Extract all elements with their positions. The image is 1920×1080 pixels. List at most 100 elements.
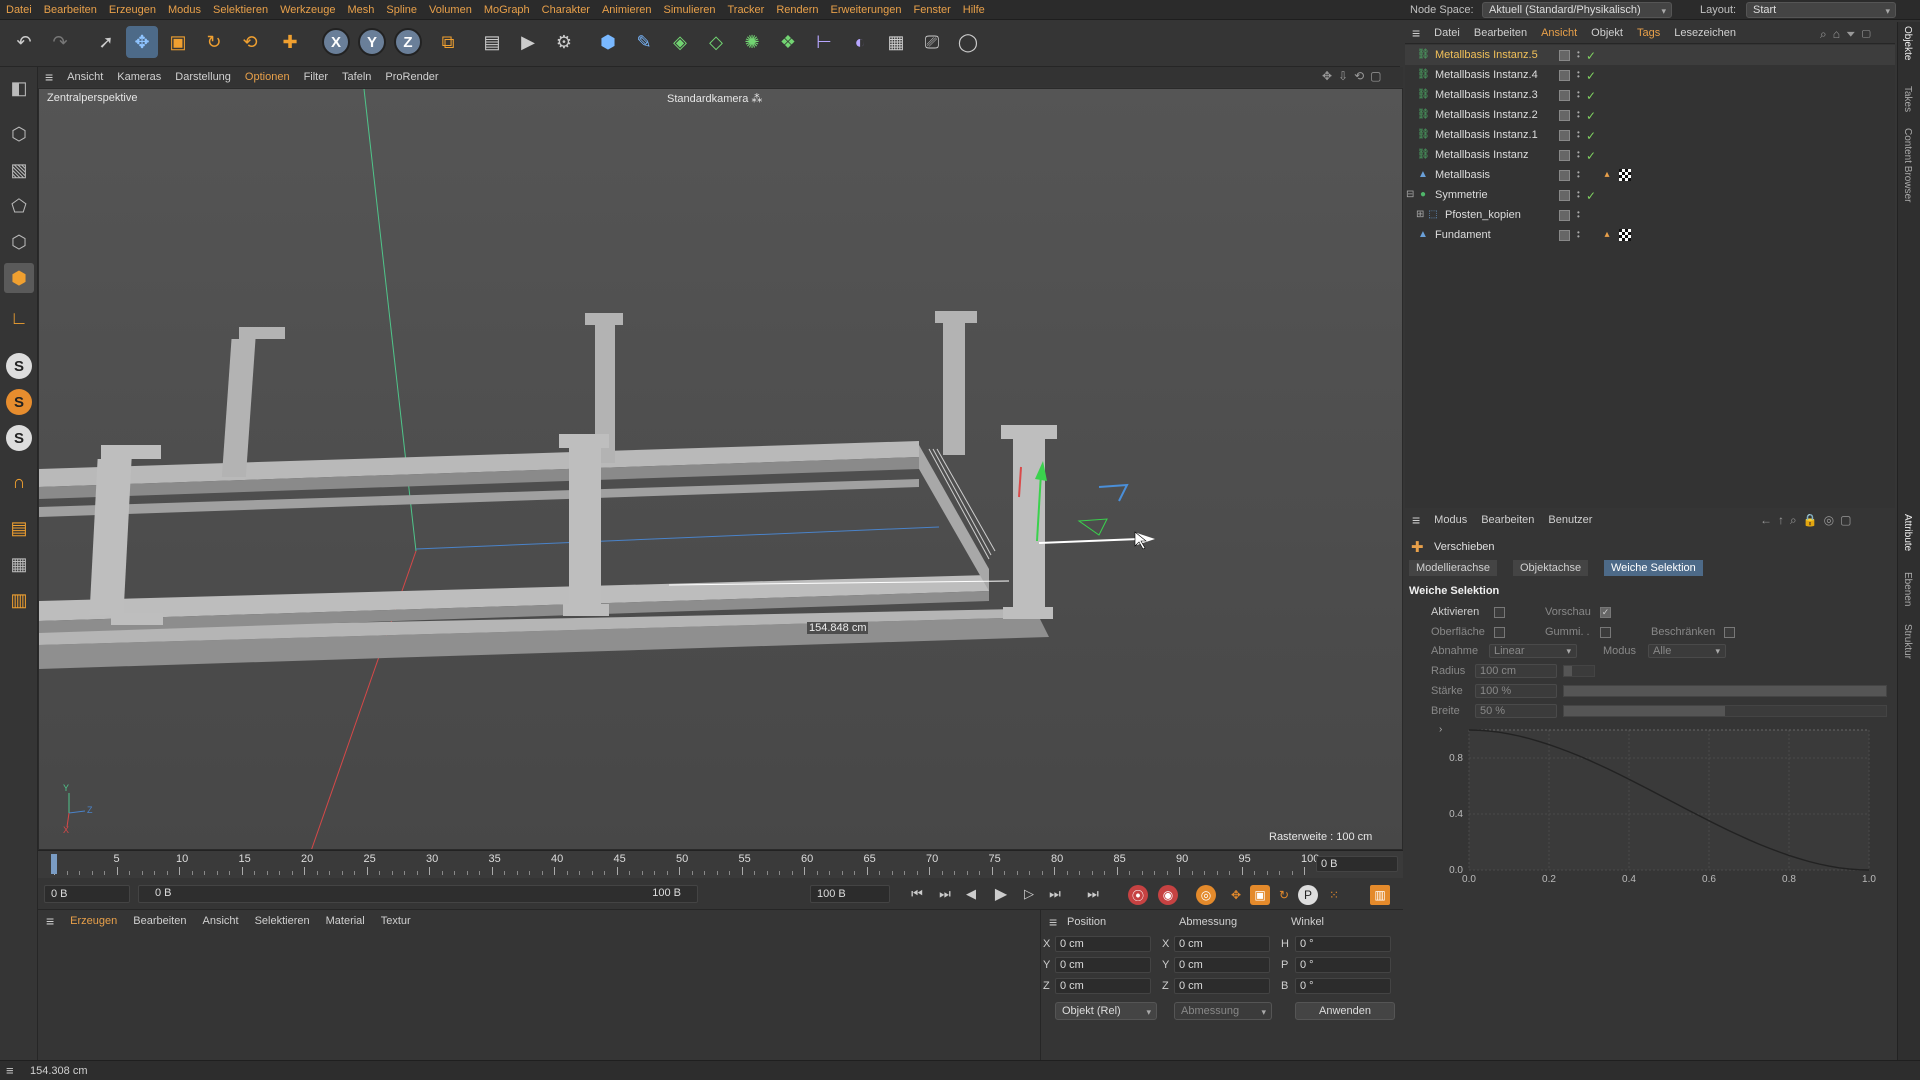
menu-erzeugen[interactable]: Erzeugen — [103, 4, 162, 16]
object-menu-datei[interactable]: Datei — [1427, 27, 1467, 39]
visibility-dots-icon[interactable]: • • — [1577, 49, 1582, 61]
layer-color-swatch[interactable] — [1559, 50, 1570, 61]
breite-slider[interactable] — [1563, 705, 1887, 717]
hamburger-icon[interactable]: ≡ — [1405, 25, 1427, 41]
side-tab-ebenen[interactable]: Ebenen — [1902, 572, 1913, 606]
go-to-start-icon[interactable]: ⏮ — [906, 884, 928, 904]
hamburger-icon[interactable]: ≡ — [6, 1063, 14, 1078]
hamburger-icon[interactable]: ≡ — [1405, 512, 1427, 528]
enabled-check-icon[interactable]: ✓ — [1586, 146, 1596, 166]
enabled-check-icon[interactable]: ✓ — [1586, 126, 1596, 146]
menu-mesh[interactable]: Mesh — [342, 4, 381, 16]
material-menu-textur[interactable]: Textur — [373, 915, 419, 927]
viewport-menu-darstellung[interactable]: Darstellung — [168, 71, 238, 83]
object-row[interactable]: ▲ Fundament • • ▴ — [1405, 225, 1895, 245]
visibility-dots-icon[interactable]: • • — [1577, 89, 1582, 101]
keyframe-selection-icon[interactable]: ◎ — [1196, 885, 1216, 905]
visibility-dots-icon[interactable]: • • — [1577, 109, 1582, 121]
gummi-checkbox[interactable] — [1600, 627, 1611, 638]
camera-icon[interactable]: ⎚ — [916, 26, 948, 58]
menu-hilfe[interactable]: Hilfe — [957, 4, 991, 16]
previous-frame-icon[interactable]: ◀ — [960, 884, 982, 904]
enabled-check-icon[interactable]: ✓ — [1586, 66, 1596, 86]
pos-y-field[interactable]: 0 cm — [1055, 957, 1151, 973]
layer-color-swatch[interactable] — [1559, 110, 1570, 121]
menu-fenster[interactable]: Fenster — [907, 4, 956, 16]
menu-bearbeiten[interactable]: Bearbeiten — [38, 4, 103, 16]
layer-color-swatch[interactable] — [1559, 70, 1570, 81]
object-row[interactable]: ⛓ Metallbasis Instanz.5 • • ✓ — [1405, 45, 1895, 65]
viewport-menu-prorender[interactable]: ProRender — [378, 71, 445, 83]
hamburger-icon[interactable]: ≡ — [38, 913, 62, 929]
object-row[interactable]: ⊞ ⬚ Pfosten_kopien • • — [1405, 205, 1895, 225]
x-axis-lock-icon[interactable]: X — [322, 28, 350, 56]
viewport-menu-kameras[interactable]: Kameras — [110, 71, 168, 83]
key-parameter-icon[interactable]: P — [1298, 885, 1318, 905]
viewport-camera[interactable]: Standardkamera ⁂ — [667, 92, 762, 105]
render-view-icon[interactable]: ▶ — [512, 26, 544, 58]
side-tab-takes[interactable]: Takes — [1902, 86, 1913, 112]
object-menu-bearbeiten[interactable]: Bearbeiten — [1467, 27, 1534, 39]
radius-slider[interactable] — [1563, 665, 1595, 677]
rotate-tool-icon[interactable]: ↻ — [198, 26, 230, 58]
playhead[interactable] — [51, 854, 57, 874]
visibility-dots-icon[interactable]: • • — [1577, 209, 1582, 221]
menu-spline[interactable]: Spline — [380, 4, 423, 16]
material-menu-ansicht[interactable]: Ansicht — [194, 915, 246, 927]
model-mode-icon[interactable]: ⬡ — [4, 119, 34, 149]
add-tool-icon[interactable]: ✚ — [274, 26, 306, 58]
generator-icon[interactable]: ◇ — [700, 26, 732, 58]
enabled-check-icon[interactable]: ✓ — [1586, 186, 1596, 206]
tab-objektachse[interactable]: Objektachse — [1513, 560, 1589, 576]
viewport-menu-ansicht[interactable]: Ansicht — [60, 71, 110, 83]
light-icon[interactable]: ◯ — [952, 26, 984, 58]
coord-mode-select[interactable]: Objekt (Rel) ▾ — [1055, 1002, 1157, 1020]
attribute-menu-modus[interactable]: Modus — [1427, 514, 1474, 526]
planar-workplane-icon[interactable]: ▥ — [4, 585, 34, 615]
menu-mograph[interactable]: MoGraph — [478, 4, 536, 16]
attribute-manager-tools[interactable]: ←↑⌕🔒◎▢ — [1760, 513, 1857, 528]
live-selection-icon[interactable]: ➚ — [90, 26, 122, 58]
polygon-selection-tag-icon[interactable]: ▴ — [1601, 229, 1613, 241]
enabled-check-icon[interactable]: ✓ — [1586, 106, 1596, 126]
hamburger-icon[interactable]: ≡ — [1049, 914, 1057, 930]
viewport[interactable]: Zentralperspektive Standardkamera ⁂ 154.… — [38, 88, 1403, 850]
cloner-icon[interactable]: ✺ — [736, 26, 768, 58]
cube-icon[interactable]: ⬢ — [592, 26, 624, 58]
staerke-field[interactable]: 100 % — [1475, 684, 1557, 698]
aktivieren-checkbox[interactable] — [1494, 607, 1505, 618]
redo-icon[interactable]: ↷ — [44, 26, 76, 58]
object-row[interactable]: ⊟ ● Symmetrie • • ✓ — [1405, 185, 1895, 205]
size-z-field[interactable]: 0 cm — [1174, 978, 1270, 994]
key-rotation-icon[interactable]: ↻ — [1274, 885, 1294, 905]
render-settings-icon[interactable]: ⚙ — [548, 26, 580, 58]
visibility-dots-icon[interactable]: • • — [1577, 169, 1582, 181]
object-manager-tools[interactable]: ⌕⌂⏷▢ — [1820, 27, 1877, 42]
start-frame-field[interactable]: 0 B — [44, 885, 130, 903]
material-menu-erzeugen[interactable]: Erzeugen — [62, 915, 125, 927]
size-x-field[interactable]: 0 cm — [1174, 936, 1270, 952]
layer-color-swatch[interactable] — [1559, 130, 1570, 141]
material-menu-material[interactable]: Material — [318, 915, 373, 927]
menu-modus[interactable]: Modus — [162, 4, 207, 16]
visibility-dots-icon[interactable]: • • — [1577, 129, 1582, 141]
material-menu-selektieren[interactable]: Selektieren — [247, 915, 318, 927]
abnahme-select[interactable]: Linear ▾ — [1489, 644, 1577, 658]
texture-tag-icon[interactable] — [1619, 229, 1631, 241]
viewport-nav-icons[interactable]: ✥⇩⟲▢ — [1322, 69, 1388, 83]
scale-tool-icon[interactable]: ▣ — [162, 26, 194, 58]
menu-animieren[interactable]: Animieren — [596, 4, 658, 16]
layer-color-swatch[interactable] — [1559, 210, 1570, 221]
coord-size-select[interactable]: Abmessung ▾ — [1174, 1002, 1272, 1020]
points-mode-icon[interactable]: ⬠ — [4, 191, 34, 221]
layer-color-swatch[interactable] — [1559, 90, 1570, 101]
attribute-menu-bearbeiten[interactable]: Bearbeiten — [1474, 514, 1541, 526]
object-row[interactable]: ⛓ Metallbasis Instanz.2 • • ✓ — [1405, 105, 1895, 125]
camera-switch-icon[interactable]: ⁂ — [751, 93, 762, 105]
layout-select[interactable]: Start ▾ — [1746, 2, 1896, 18]
deformer-icon[interactable]: ⊢ — [808, 26, 840, 58]
object-row[interactable]: ⛓ Metallbasis Instanz.4 • • ✓ — [1405, 65, 1895, 85]
menu-werkzeuge[interactable]: Werkzeuge — [274, 4, 341, 16]
axis-mode-icon[interactable]: ∟ — [4, 303, 34, 333]
viewport-menu-filter[interactable]: Filter — [297, 71, 335, 83]
